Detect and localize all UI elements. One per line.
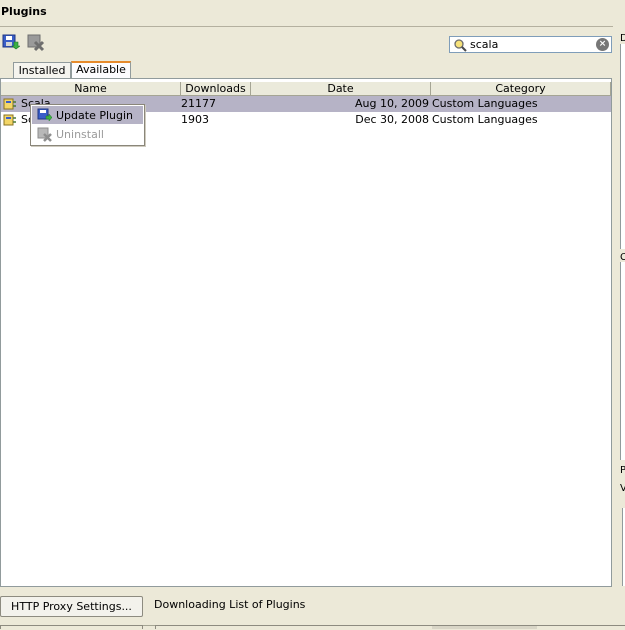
column-header-name[interactable]: Name — [1, 82, 181, 96]
context-menu: Update Plugin Uninstall — [30, 104, 145, 146]
http-proxy-settings-button[interactable]: HTTP Proxy Settings... — [0, 596, 143, 617]
row-date: Dec 30, 2008 — [355, 113, 429, 126]
details-description-area — [620, 44, 625, 249]
row-downloads: 1903 — [181, 113, 209, 126]
column-header-category[interactable]: Category — [431, 82, 611, 96]
tab-available[interactable]: Available — [71, 61, 131, 78]
bottom-button-edge[interactable] — [0, 625, 143, 629]
title-bar: Plugins — [0, 0, 625, 27]
row-category: Custom Languages — [432, 113, 538, 126]
menu-item-update-plugin[interactable]: Update Plugin — [32, 106, 143, 124]
search-input[interactable] — [470, 38, 588, 51]
search-field[interactable]: × — [449, 36, 612, 53]
menu-item-label: Update Plugin — [56, 109, 134, 122]
bottom-field-edge — [155, 625, 625, 629]
status-text: Downloading List of Plugins — [154, 598, 306, 611]
tab-available-label: Available — [76, 63, 126, 76]
details-changes-area — [620, 262, 625, 460]
details-panel-label: P — [620, 465, 625, 476]
column-header-date[interactable]: Date — [251, 82, 431, 96]
uninstall-toolbar-icon[interactable] — [27, 34, 45, 52]
tab-installed-label: Installed — [18, 64, 66, 77]
plugins-table-panel — [0, 78, 612, 587]
window-title: Plugins — [1, 5, 47, 18]
menu-item-uninstall[interactable]: Uninstall — [32, 125, 143, 143]
update-plugin-icon[interactable] — [2, 34, 21, 52]
row-category: Custom Languages — [432, 97, 538, 110]
tab-installed[interactable]: Installed — [13, 62, 71, 78]
row-date: Aug 10, 2009 — [355, 97, 429, 110]
row-downloads: 21177 — [181, 97, 216, 110]
details-panel-label: V — [620, 483, 625, 494]
clear-search-icon[interactable]: × — [596, 38, 609, 51]
details-panel-label: D — [620, 33, 625, 44]
plugin-icon — [3, 113, 17, 127]
uninstall-icon — [37, 127, 52, 142]
search-icon — [453, 38, 467, 52]
plugin-icon — [3, 97, 17, 111]
update-plugin-icon — [37, 108, 53, 123]
column-header-downloads[interactable]: Downloads — [181, 82, 251, 96]
menu-item-label: Uninstall — [56, 128, 104, 141]
